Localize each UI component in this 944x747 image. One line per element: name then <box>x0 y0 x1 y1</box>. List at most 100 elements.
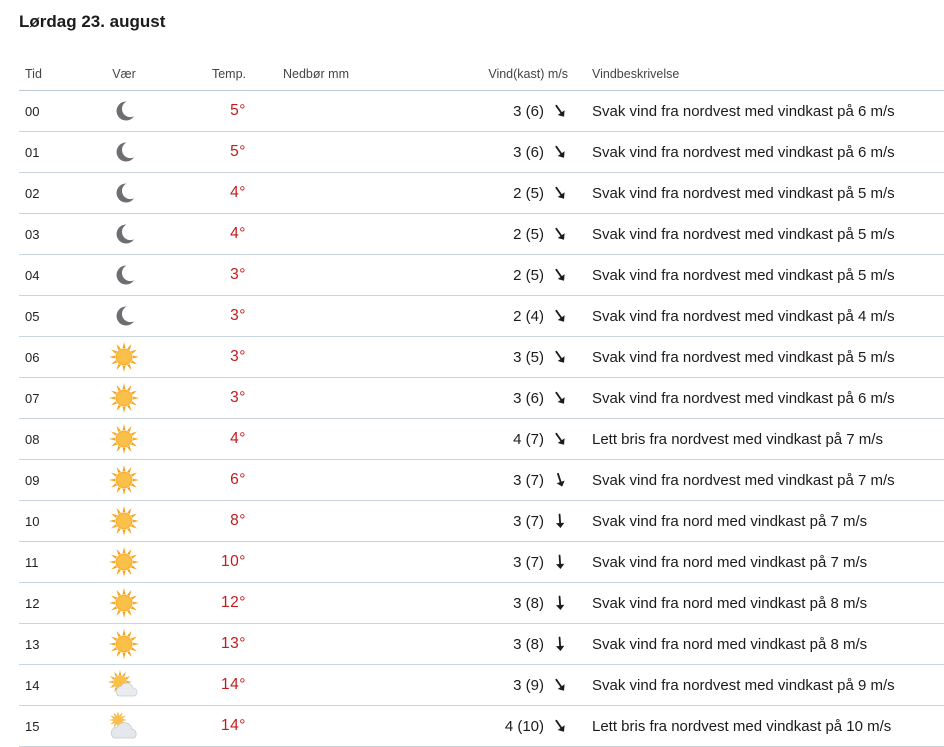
sun-icon <box>108 628 140 660</box>
row-time: 04 <box>19 254 83 296</box>
day-heading: Lørdag 23. august <box>19 12 166 31</box>
row-wind-description: Svak vind fra nordvest med vindkast på 5… <box>580 213 944 255</box>
table-header-row: Tid Vær Temp. Nedbør mm Vind(kast) m/s V… <box>19 58 944 91</box>
wind-value: 2 (4) <box>513 307 544 325</box>
row-temp: 3° <box>165 377 246 419</box>
column-header-weather: Vær <box>83 58 165 91</box>
row-time: 00 <box>19 90 83 132</box>
moon-icon <box>112 140 136 164</box>
sun-icon <box>108 423 140 455</box>
moon-icon <box>112 181 136 205</box>
table-row: 08 4° 4 (7) Lett bris fra nordvest med v… <box>19 418 944 460</box>
sun-icon <box>108 587 140 619</box>
table-row: 06 3° 3 (5) Svak vind fra nordvest med v… <box>19 336 944 378</box>
row-wind: 2 (5) <box>386 172 580 214</box>
row-temp: 4° <box>165 418 246 460</box>
partly-cloudy-icon <box>107 669 141 701</box>
row-wind: 2 (4) <box>386 295 580 337</box>
row-temp: 3° <box>165 295 246 337</box>
wind-value: 3 (9) <box>513 676 544 694</box>
row-weather <box>83 705 165 747</box>
row-precip <box>246 500 386 542</box>
row-temp: 14° <box>165 705 246 747</box>
wind-value: 3 (7) <box>513 512 544 530</box>
row-time: 06 <box>19 336 83 378</box>
table-row: 09 6° 3 (7) Svak vind fra nordvest med v… <box>19 459 944 501</box>
wind-direction-arrow-icon <box>552 144 568 160</box>
sun-icon <box>108 505 140 537</box>
row-wind: 3 (7) <box>386 459 580 501</box>
row-wind: 3 (7) <box>386 500 580 542</box>
row-precip <box>246 541 386 583</box>
row-weather <box>83 377 165 419</box>
row-wind: 3 (8) <box>386 623 580 665</box>
row-precip <box>246 172 386 214</box>
row-wind: 3 (6) <box>386 131 580 173</box>
row-precip <box>246 377 386 419</box>
hourly-forecast-table: Tid Vær Temp. Nedbør mm Vind(kast) m/s V… <box>19 58 944 747</box>
row-time: 10 <box>19 500 83 542</box>
row-temp: 3° <box>165 336 246 378</box>
row-time: 03 <box>19 213 83 255</box>
wind-direction-arrow-icon <box>552 431 568 447</box>
wind-direction-arrow-icon <box>552 718 568 734</box>
row-temp: 13° <box>165 623 246 665</box>
wind-direction-arrow-icon <box>552 185 568 201</box>
column-header-wind: Vind(kast) m/s <box>386 58 580 91</box>
row-precip <box>246 582 386 624</box>
wind-direction-arrow-icon <box>552 390 568 406</box>
wind-value: 2 (5) <box>513 225 544 243</box>
sun-icon <box>108 464 140 496</box>
wind-value: 2 (5) <box>513 266 544 284</box>
table-row: 01 5° 3 (6) Svak vind fra nordvest med v… <box>19 131 944 173</box>
row-precip <box>246 213 386 255</box>
row-wind-description: Svak vind fra nordvest med vindkast på 5… <box>580 254 944 296</box>
row-time: 12 <box>19 582 83 624</box>
row-weather <box>83 582 165 624</box>
moon-icon <box>112 99 136 123</box>
row-weather <box>83 336 165 378</box>
wind-value: 3 (8) <box>513 594 544 612</box>
column-header-time: Tid <box>19 58 83 91</box>
row-weather <box>83 459 165 501</box>
row-time: 15 <box>19 705 83 747</box>
row-wind: 3 (7) <box>386 541 580 583</box>
table-row: 12 12° 3 (8) Svak vind fra nord med vind… <box>19 582 944 624</box>
row-wind-description: Svak vind fra nord med vindkast på 7 m/s <box>580 500 944 542</box>
row-time: 07 <box>19 377 83 419</box>
wind-direction-arrow-icon <box>552 267 568 283</box>
row-weather <box>83 295 165 337</box>
row-temp: 3° <box>165 254 246 296</box>
row-weather <box>83 213 165 255</box>
table-row: 11 10° 3 (7) Svak vind fra nord med vind… <box>19 541 944 583</box>
row-wind: 4 (10) <box>386 705 580 747</box>
column-header-precip: Nedbør mm <box>246 58 386 91</box>
sun-icon <box>108 382 140 414</box>
row-wind: 4 (7) <box>386 418 580 460</box>
row-precip <box>246 131 386 173</box>
row-precip <box>246 664 386 706</box>
row-temp: 6° <box>165 459 246 501</box>
row-weather <box>83 254 165 296</box>
row-time: 14 <box>19 664 83 706</box>
row-time: 01 <box>19 131 83 173</box>
row-temp: 4° <box>165 213 246 255</box>
sun-icon <box>108 341 140 373</box>
row-weather <box>83 623 165 665</box>
table-row: 13 13° 3 (8) Svak vind fra nord med vind… <box>19 623 944 665</box>
row-precip <box>246 418 386 460</box>
wind-direction-arrow-icon <box>552 513 568 529</box>
moon-icon <box>112 304 136 328</box>
table-row: 05 3° 2 (4) Svak vind fra nordvest med v… <box>19 295 944 337</box>
row-wind: 3 (6) <box>386 90 580 132</box>
row-precip <box>246 336 386 378</box>
column-header-wind-description: Vindbeskrivelse <box>580 58 944 91</box>
row-wind-description: Svak vind fra nordvest med vindkast på 6… <box>580 90 944 132</box>
wind-direction-arrow-icon <box>552 636 568 652</box>
row-weather <box>83 90 165 132</box>
row-wind-description: Lett bris fra nordvest med vindkast på 7… <box>580 418 944 460</box>
wind-direction-arrow-icon <box>552 103 568 119</box>
row-time: 08 <box>19 418 83 460</box>
wind-value: 3 (7) <box>513 553 544 571</box>
row-time: 02 <box>19 172 83 214</box>
